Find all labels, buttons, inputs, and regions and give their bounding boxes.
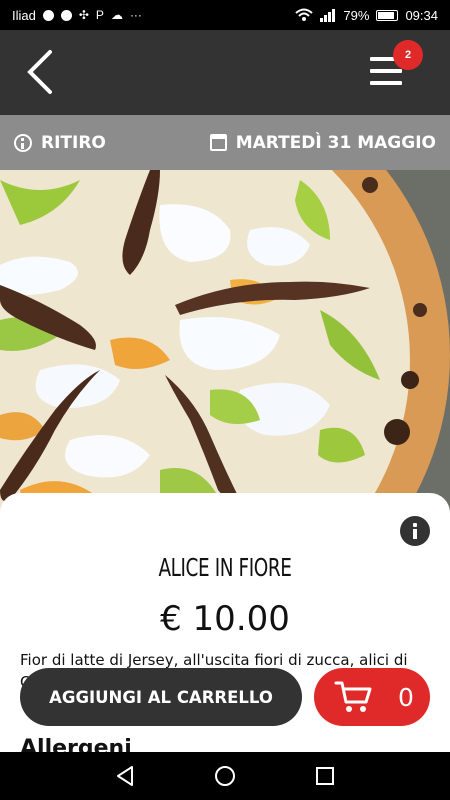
add-to-cart-button[interactable]: AGGIUNGI AL CARRELLO [20,668,302,726]
recents-nav-button[interactable] [300,762,350,790]
more-icon: ··· [129,8,142,22]
battery-percentage: 79% [343,7,370,23]
signal-icon [320,9,336,22]
wifi-icon [295,8,314,21]
date-label: MARTEDÌ 31 MAGGIO [235,132,436,153]
calendar-icon [209,134,227,151]
product-info-button[interactable] [400,516,430,546]
cart-count: 0 [398,682,414,712]
carrier-name: Iliad [12,7,36,23]
info-icon [14,133,32,152]
shopping-cart-icon [334,681,372,712]
pickup-label: RITIRO [41,132,106,153]
product-photo [0,170,450,515]
network-icon: ✣ [78,8,89,22]
app-header: 2 [0,30,450,115]
opera-icon [42,9,54,21]
product-name: ALICE IN FIORE [158,553,292,582]
hamburger-icon-bar-middle [370,69,402,73]
clock: 09:34 [405,7,438,23]
pickup-date[interactable]: MARTEDÌ 31 MAGGIO [209,132,436,153]
chevron-left-icon [27,50,52,94]
cart-badge: 2 [393,40,423,70]
back-button[interactable] [22,48,62,96]
pickup-mode[interactable]: RITIRO [14,133,106,153]
back-nav-icon [117,766,133,786]
product-price: € 10.00 [160,599,290,639]
facebook-icon [60,9,72,21]
hamburger-icon-bar-bottom [370,81,402,85]
home-nav-button[interactable] [200,762,250,790]
paypal-icon: P [95,8,104,22]
android-navigation-bar [0,752,450,800]
cloud-icon: ☁ [110,8,123,22]
battery-icon [376,9,399,21]
status-bar: Iliad ✣ P ☁ ··· 79% 09:34 [0,0,450,30]
order-info-bar: RITIRO MARTEDÌ 31 MAGGIO [0,115,450,170]
back-nav-button[interactable] [100,762,150,790]
allergens-heading: Allergeni [20,736,132,753]
cart-button[interactable]: 0 [314,668,430,726]
recents-nav-icon [316,767,334,785]
home-nav-icon [215,766,235,786]
